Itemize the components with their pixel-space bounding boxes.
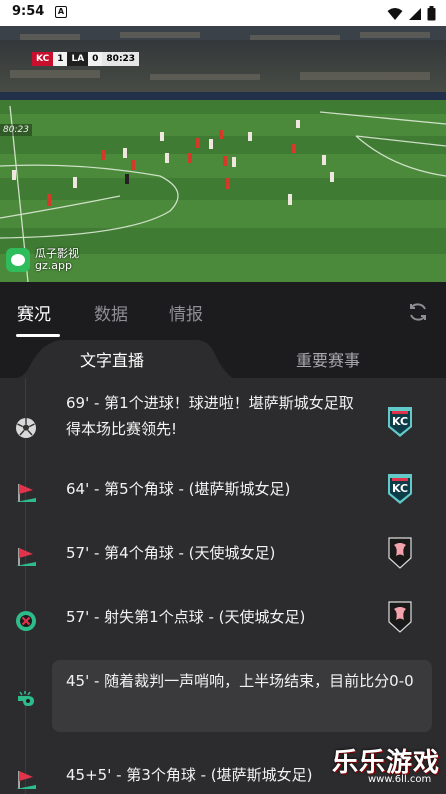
segment-live-text[interactable]: 文字直播 xyxy=(80,347,144,371)
event-text: 45' - 随着裁判一声哨响，上半场结束，目前比分0-0 xyxy=(66,672,414,690)
battery-icon xyxy=(427,6,436,21)
side-clock: 80:23 xyxy=(0,124,32,136)
watermark-url: gz.app xyxy=(35,259,72,272)
tab-intel[interactable]: 情报 xyxy=(169,300,203,325)
event-text: 57' - 第4个角球 - (天使城女足) xyxy=(66,544,276,562)
event-text: 45+5' - 第3个角球 - (堪萨斯城女足) xyxy=(66,766,313,784)
corner-flag-icon xyxy=(16,771,36,789)
active-tab-indicator xyxy=(16,334,60,337)
segment-active-background xyxy=(0,340,240,382)
score-team1: KC xyxy=(32,52,54,66)
svg-text:KC: KC xyxy=(392,415,408,428)
wifi-icon xyxy=(387,7,403,20)
event-text: 57' - 射失第1个点球 - (天使城女足) xyxy=(66,608,306,626)
main-tabs: 赛况 数据 情报 xyxy=(0,282,446,338)
segment-switch: 文字直播 重要赛事 xyxy=(0,338,446,382)
corner-flag-icon xyxy=(16,548,36,566)
svg-text:KC: KC xyxy=(392,482,408,495)
whistle-icon xyxy=(18,691,34,706)
site-watermark: 乐乐游戏 www.6ll.com xyxy=(332,742,440,785)
match-clock: 80:23 xyxy=(102,52,140,66)
event-text: 64' - 第5个角球 - (堪萨斯城女足) xyxy=(66,480,291,498)
la-team-logo-icon xyxy=(388,601,412,633)
kc-team-logo-icon: KC xyxy=(388,407,412,437)
system-icons xyxy=(387,6,436,21)
status-time: 9:54 xyxy=(12,4,45,19)
timeline-line xyxy=(25,378,26,794)
video-watermark: 瓜子影视 gz.app xyxy=(6,248,79,272)
segment-key-events[interactable]: 重要赛事 xyxy=(296,347,360,371)
soccer-ball-icon xyxy=(16,418,36,438)
kc-team-logo-icon: KC xyxy=(388,474,412,504)
site-watermark-url: www.6ll.com xyxy=(368,774,432,785)
score-bug: KC 1 LA 0 80:23 xyxy=(32,52,140,66)
signal-icon xyxy=(409,7,421,20)
corner-flag-icon xyxy=(16,484,36,502)
tab-match-status[interactable]: 赛况 xyxy=(17,300,51,325)
score-value2: 0 xyxy=(88,52,103,66)
status-bar: 9:54 A xyxy=(0,0,446,26)
tab-stats[interactable]: 数据 xyxy=(94,300,128,325)
penalty-miss-icon xyxy=(16,611,36,631)
event-text: 69' - 第1个进球！球进啦！堪萨斯城女足取得本场比赛领先! xyxy=(66,394,354,438)
video-player[interactable]: KC 1 LA 0 80:23 80:23 瓜子影视 gz.app xyxy=(0,26,446,282)
refresh-icon[interactable] xyxy=(406,300,430,324)
live-text-feed: 69' - 第1个进球！球进啦！堪萨斯城女足取得本场比赛领先! KC 64' -… xyxy=(0,378,446,794)
score-team2: LA xyxy=(67,52,89,66)
la-team-logo-icon xyxy=(388,537,412,569)
score-value1: 1 xyxy=(53,52,68,66)
notification-icon: A xyxy=(55,6,67,18)
app-logo-icon xyxy=(6,248,30,272)
